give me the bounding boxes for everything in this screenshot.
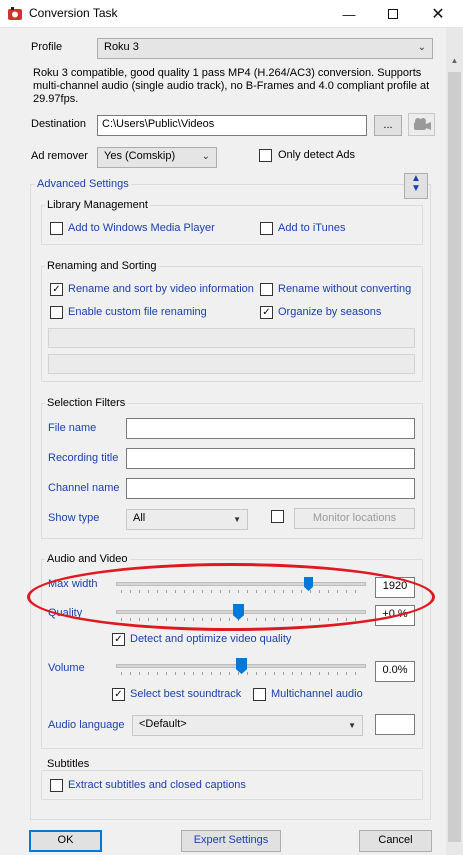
monitor-locations-button[interactable]: Monitor locations bbox=[294, 508, 415, 529]
recording-title-label: Recording title bbox=[48, 452, 119, 464]
volume-input[interactable]: 0.0% bbox=[375, 661, 415, 682]
multichannel-audio-checkbox[interactable] bbox=[253, 688, 266, 701]
ad-remover-value: Yes (Comskip) bbox=[104, 150, 176, 162]
audio-video-title: Audio and Video bbox=[45, 553, 130, 565]
extract-subtitles-checkbox[interactable] bbox=[50, 779, 63, 792]
only-detect-ads-checkbox[interactable] bbox=[259, 149, 272, 162]
close-icon: ✕ bbox=[431, 6, 445, 23]
show-type-value: All bbox=[133, 512, 146, 524]
file-name-label: File name bbox=[48, 422, 97, 434]
ad-remover-select[interactable]: Yes (Comskip) ⌄ bbox=[97, 147, 217, 168]
profile-description: Roku 3 compatible, good quality 1 pass M… bbox=[33, 67, 430, 105]
extract-subtitles-label[interactable]: Extract subtitles and closed captions bbox=[68, 779, 246, 791]
advanced-settings-label[interactable]: Advanced Settings bbox=[35, 178, 131, 190]
monitor-locations-checkbox[interactable] bbox=[271, 510, 284, 523]
selection-filters-title: Selection Filters bbox=[45, 397, 128, 409]
subtitles-title: Subtitles bbox=[45, 758, 92, 770]
add-itunes-label[interactable]: Add to iTunes bbox=[278, 222, 345, 234]
rename-sort-checkbox[interactable]: ✓ bbox=[50, 283, 63, 296]
detect-optimize-checkbox[interactable]: ✓ bbox=[112, 633, 125, 646]
profile-label: Profile bbox=[31, 41, 63, 53]
app-icon bbox=[8, 7, 22, 20]
audio-language-extra-input[interactable] bbox=[375, 714, 415, 735]
profile-select[interactable]: Roku 3 ⌄ bbox=[97, 38, 433, 59]
minimize-icon: — bbox=[342, 6, 356, 22]
scroll-up-icon[interactable]: ▲ bbox=[446, 56, 463, 68]
show-type-label: Show type bbox=[48, 512, 100, 524]
volume-label: Volume bbox=[48, 662, 85, 674]
custom-renaming-label[interactable]: Enable custom file renaming bbox=[68, 306, 207, 318]
multichannel-audio-label[interactable]: Multichannel audio bbox=[271, 688, 363, 700]
chevron-down-icon: ▼ bbox=[233, 515, 241, 524]
only-detect-ads-label[interactable]: Only detect Ads bbox=[278, 149, 355, 161]
best-soundtrack-checkbox[interactable]: ✓ bbox=[112, 688, 125, 701]
ok-button[interactable]: OK bbox=[29, 830, 102, 852]
red-highlight-ellipse bbox=[27, 563, 435, 631]
organize-seasons-checkbox[interactable]: ✓ bbox=[260, 306, 273, 319]
best-soundtrack-label[interactable]: Select best soundtrack bbox=[130, 688, 241, 700]
library-title: Library Management bbox=[45, 199, 150, 211]
add-wmp-checkbox[interactable] bbox=[50, 222, 63, 235]
custom-renaming-checkbox[interactable] bbox=[50, 306, 63, 319]
maximize-button[interactable] bbox=[371, 0, 415, 28]
destination-input[interactable]: C:\Users\Public\Videos bbox=[97, 115, 367, 136]
rename-without-converting-label[interactable]: Rename without converting bbox=[278, 283, 411, 295]
checkmark-icon: ✓ bbox=[114, 688, 123, 700]
close-button[interactable]: ✕ bbox=[415, 0, 461, 28]
cancel-button[interactable]: Cancel bbox=[359, 830, 432, 852]
audio-language-label: Audio language bbox=[48, 719, 125, 731]
custom-rename-pattern-field[interactable] bbox=[48, 328, 415, 348]
up-down-arrows-icon[interactable]: ▲ ▼ bbox=[404, 173, 428, 199]
recording-title-input[interactable] bbox=[126, 448, 415, 469]
expert-settings-button[interactable]: Expert Settings bbox=[181, 830, 281, 852]
chevron-down-icon: ⌄ bbox=[201, 151, 210, 162]
custom-rename-preview-field bbox=[48, 354, 415, 374]
maximize-icon bbox=[388, 9, 398, 19]
window-title: Conversion Task bbox=[29, 6, 118, 20]
audio-language-value: <Default> bbox=[139, 718, 187, 730]
rename-sort-label[interactable]: Rename and sort by video information bbox=[68, 283, 254, 295]
detect-optimize-label[interactable]: Detect and optimize video quality bbox=[130, 633, 291, 645]
destination-label: Destination bbox=[31, 118, 87, 130]
file-name-input[interactable] bbox=[126, 418, 415, 439]
add-wmp-label[interactable]: Add to Windows Media Player bbox=[68, 222, 215, 234]
camera-icon bbox=[413, 118, 431, 130]
renaming-title: Renaming and Sorting bbox=[45, 260, 159, 272]
minimize-button[interactable]: — bbox=[327, 0, 371, 28]
channel-name-label: Channel name bbox=[48, 482, 120, 494]
scroll-thumb[interactable] bbox=[448, 72, 461, 842]
chevron-down-icon: ⌄ bbox=[417, 42, 426, 53]
organize-seasons-label[interactable]: Organize by seasons bbox=[278, 306, 381, 318]
audio-language-select[interactable]: <Default> ▼ bbox=[132, 715, 363, 736]
profile-select-value: Roku 3 bbox=[104, 41, 139, 53]
show-type-select[interactable]: All ▼ bbox=[126, 509, 248, 530]
add-itunes-checkbox[interactable] bbox=[260, 222, 273, 235]
rename-without-converting-checkbox[interactable] bbox=[260, 283, 273, 296]
checkmark-icon: ✓ bbox=[262, 306, 271, 318]
camera-button[interactable] bbox=[408, 113, 435, 136]
checkmark-icon: ✓ bbox=[114, 633, 123, 645]
chevron-down-icon: ▼ bbox=[348, 721, 356, 730]
title-bar: Conversion Task — ✕ bbox=[0, 0, 463, 28]
window-scrollbar[interactable]: ▲ bbox=[446, 28, 463, 855]
ad-remover-label: Ad remover bbox=[31, 150, 88, 162]
browse-button[interactable]: ... bbox=[374, 115, 402, 136]
channel-name-input[interactable] bbox=[126, 478, 415, 499]
checkmark-icon: ✓ bbox=[52, 283, 61, 295]
